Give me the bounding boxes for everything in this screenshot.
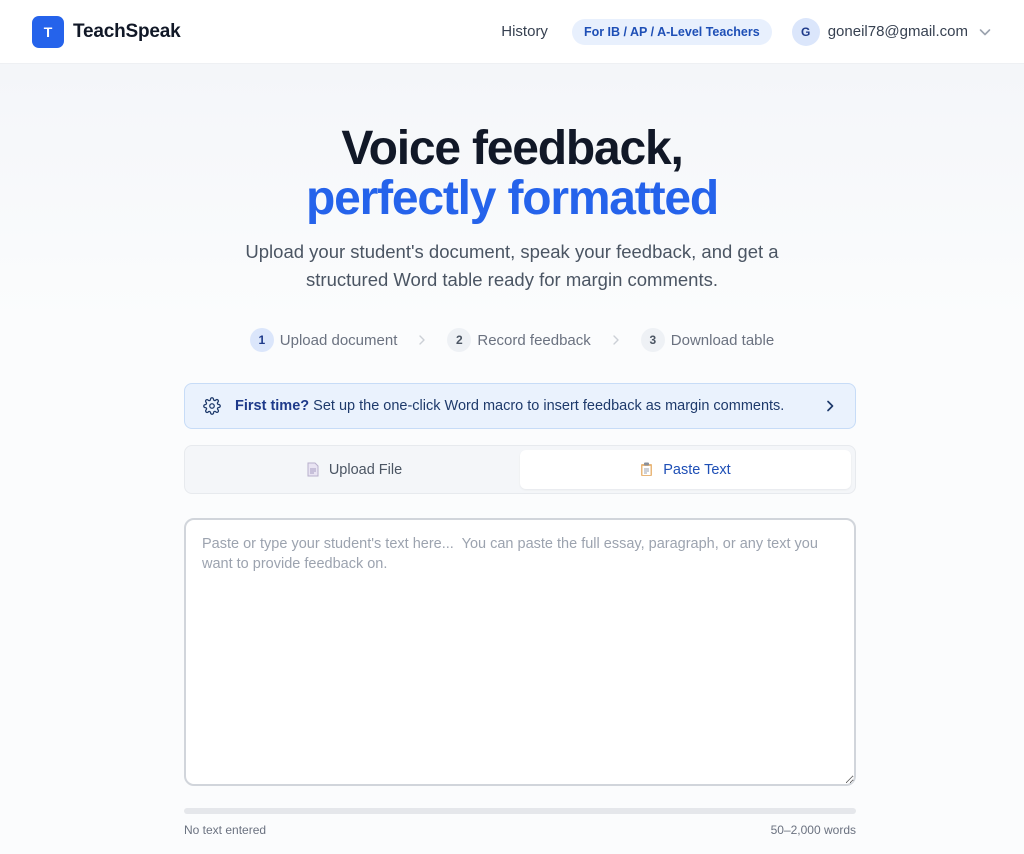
word-count-bar [184, 808, 856, 814]
document-icon [307, 462, 319, 477]
banner-text: First time? Set up the one-click Word ma… [235, 398, 784, 414]
user-email[interactable]: goneil78@gmail.com [828, 23, 968, 40]
audience-badge: For IB / AP / A-Level Teachers [571, 18, 772, 45]
progress-steps: 1 Upload document 2 Record feedback 3 Do… [0, 327, 1024, 353]
tab-label: Paste Text [663, 461, 731, 478]
hero: Voice feedback, perfectly formatted Uplo… [0, 124, 1024, 294]
chevron-right-icon [823, 399, 837, 413]
text-status: No text entered [184, 823, 267, 837]
title-line-1: Voice feedback, [341, 122, 683, 175]
history-link[interactable]: History [501, 23, 548, 40]
page-title: Voice feedback, perfectly formatted [0, 124, 1024, 224]
chevron-right-icon [611, 334, 621, 346]
logo-icon[interactable]: T [32, 15, 64, 48]
hero-subtitle: Upload your student's document, speak yo… [245, 241, 779, 290]
step-label: Upload document [279, 331, 398, 349]
step-download-table: 3 Download table [640, 328, 775, 352]
chevron-down-icon[interactable] [978, 25, 992, 39]
input-mode-tabs: Upload File Paste Text [184, 445, 856, 494]
tab-label: Upload File [328, 461, 403, 478]
nav-right: History For IB / AP / A-Level Teachers G… [501, 17, 992, 46]
step-record-feedback: 2 Record feedback [447, 328, 591, 352]
step-number: 3 [640, 328, 665, 352]
step-number: 1 [249, 328, 274, 352]
top-nav: T TeachSpeak History For IB / AP / A-Lev… [0, 0, 1024, 64]
student-text-input[interactable] [184, 518, 856, 786]
step-label: Download table [670, 331, 775, 349]
step-label: Record feedback [477, 331, 591, 349]
app-name[interactable]: TeachSpeak [73, 21, 181, 43]
banner-bold-text: First time? [235, 398, 310, 414]
macro-setup-banner[interactable]: First time? Set up the one-click Word ma… [184, 383, 856, 429]
avatar[interactable]: G [791, 17, 820, 46]
clipboard-icon [640, 462, 653, 477]
tab-upload-file[interactable]: Upload File [189, 450, 520, 489]
title-line-2: perfectly formatted [306, 172, 719, 225]
step-upload-document: 1 Upload document [249, 328, 398, 352]
chevron-right-icon [417, 334, 427, 346]
banner-body-text: Set up the one-click Word macro to inser… [309, 398, 785, 414]
step-number: 2 [447, 328, 472, 352]
word-range: 50–2,000 words [770, 823, 856, 837]
tab-paste-text[interactable]: Paste Text [520, 450, 851, 489]
gear-icon [203, 397, 221, 415]
